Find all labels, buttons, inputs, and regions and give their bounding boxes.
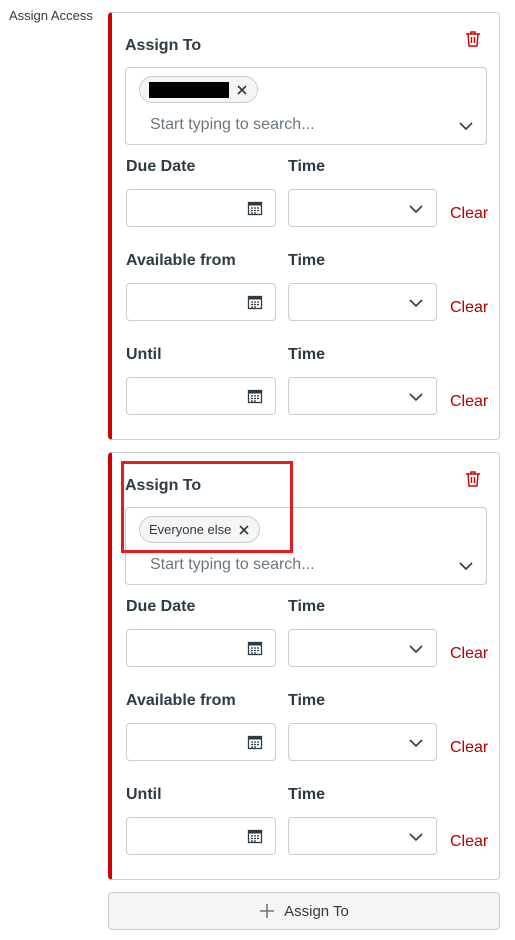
chevron-down-icon[interactable]	[458, 120, 474, 132]
clear-until-button[interactable]: Clear	[450, 833, 488, 851]
search-placeholder[interactable]: Start typing to search...	[150, 556, 315, 574]
calendar-icon[interactable]	[247, 200, 263, 216]
due-date-input[interactable]	[126, 629, 276, 667]
chevron-down-icon	[409, 393, 423, 402]
assignee-chip-label: Everyone else	[149, 522, 232, 537]
calendar-icon[interactable]	[247, 294, 263, 310]
available-from-input[interactable]	[126, 283, 276, 321]
time-label: Time	[288, 252, 326, 269]
assign-to-heading: Assign To	[125, 477, 202, 494]
chevron-down-icon	[409, 833, 423, 842]
available-from-label: Available from	[126, 252, 236, 269]
calendar-icon[interactable]	[247, 734, 263, 750]
time-label: Time	[288, 346, 326, 363]
time-label: Time	[288, 692, 326, 709]
clear-due-date-button[interactable]: Clear	[450, 205, 488, 223]
assign-access-label: Assign Access	[9, 8, 93, 23]
search-placeholder[interactable]: Start typing to search...	[150, 116, 315, 134]
clear-available-from-button[interactable]: Clear	[450, 299, 488, 317]
trash-icon[interactable]	[464, 470, 482, 488]
calendar-icon[interactable]	[247, 388, 263, 404]
due-date-label: Due Date	[126, 598, 196, 615]
chevron-down-icon	[409, 739, 423, 748]
available-from-input[interactable]	[126, 723, 276, 761]
calendar-icon[interactable]	[247, 828, 263, 844]
until-time-select[interactable]	[288, 817, 437, 855]
until-date-input[interactable]	[126, 817, 276, 855]
time-label: Time	[288, 786, 326, 803]
available-from-time-select[interactable]	[288, 723, 437, 761]
due-time-select[interactable]	[288, 629, 437, 667]
due-date-label: Due Date	[126, 158, 196, 175]
chevron-down-icon[interactable]	[458, 560, 474, 572]
plus-icon	[260, 904, 275, 918]
calendar-icon[interactable]	[247, 640, 263, 656]
close-icon[interactable]	[237, 523, 251, 537]
assign-to-combobox[interactable]: Everyone else Start typing to search...	[125, 507, 487, 585]
due-time-select[interactable]	[288, 189, 437, 227]
clear-available-from-button[interactable]: Clear	[450, 739, 488, 757]
until-label: Until	[126, 786, 162, 803]
time-label: Time	[288, 158, 326, 175]
clear-until-button[interactable]: Clear	[450, 393, 488, 411]
chevron-down-icon	[409, 645, 423, 654]
until-time-select[interactable]	[288, 377, 437, 415]
assign-card-1: Assign To Start typing to search... Due …	[108, 12, 500, 440]
until-date-input[interactable]	[126, 377, 276, 415]
assignee-chip: Everyone else	[139, 516, 261, 543]
due-date-input[interactable]	[126, 189, 276, 227]
time-label: Time	[288, 598, 326, 615]
assign-to-heading: Assign To	[125, 37, 202, 54]
chevron-down-icon	[409, 299, 423, 308]
until-label: Until	[126, 346, 162, 363]
add-assign-to-label: Assign To	[284, 902, 349, 920]
close-icon[interactable]	[235, 83, 249, 97]
clear-due-date-button[interactable]: Clear	[450, 645, 488, 663]
redacted-name	[149, 81, 229, 98]
assignee-chip	[139, 76, 258, 103]
assign-to-combobox[interactable]: Start typing to search...	[125, 67, 487, 145]
assign-card-2: Assign To Everyone else Start typing to …	[108, 452, 500, 880]
add-assign-to-button[interactable]: Assign To	[108, 892, 500, 930]
available-from-label: Available from	[126, 692, 236, 709]
chevron-down-icon	[409, 205, 423, 214]
available-from-time-select[interactable]	[288, 283, 437, 321]
trash-icon[interactable]	[464, 30, 482, 48]
